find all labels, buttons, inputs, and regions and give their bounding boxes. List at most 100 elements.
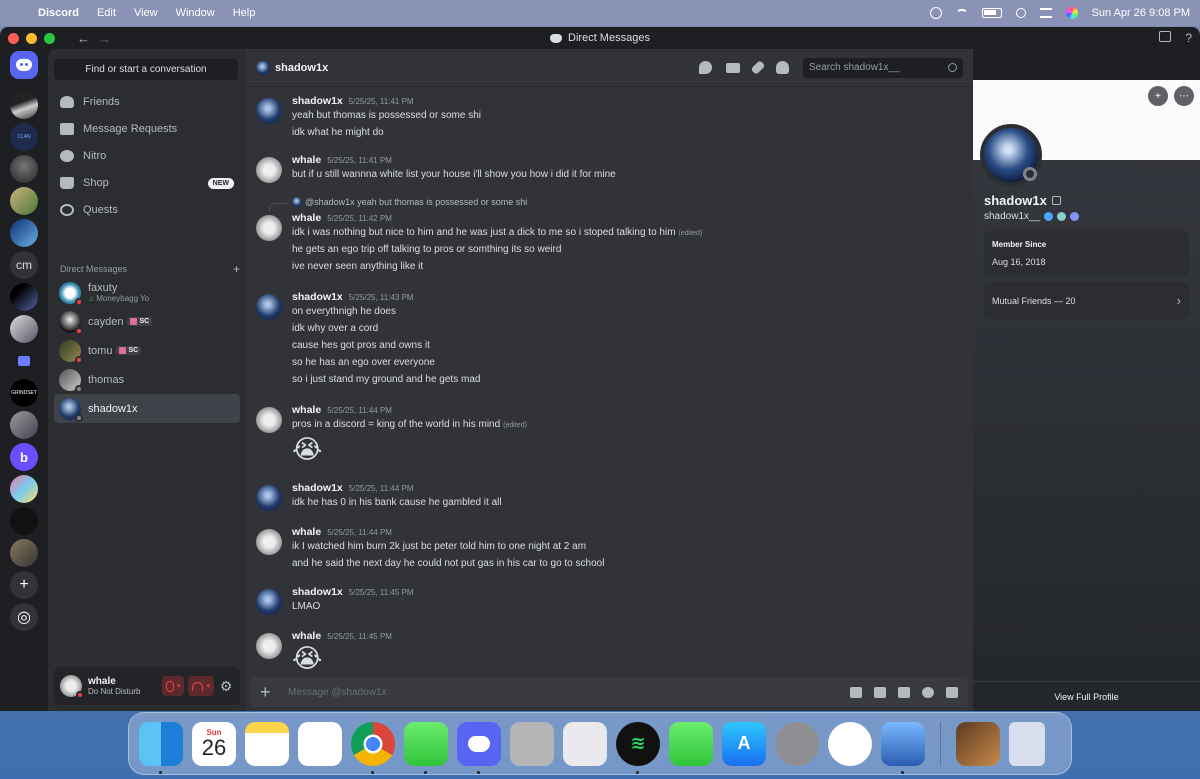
wifi-icon[interactable] — [955, 9, 968, 17]
server-icon[interactable] — [10, 539, 38, 567]
apps-icon[interactable] — [946, 686, 958, 698]
attach-plus-icon[interactable]: + — [260, 682, 278, 703]
battery-icon[interactable] — [981, 8, 1002, 18]
reminders-app-icon[interactable] — [298, 721, 342, 766]
dm-item-cayden[interactable]: cayden SC — [54, 307, 240, 336]
avatar[interactable] — [256, 633, 282, 659]
server-icon[interactable] — [10, 91, 38, 119]
loudly-crying-emoji[interactable]: 😭 — [292, 433, 956, 467]
add-friend-icon[interactable]: + — [1148, 86, 1168, 106]
voice-call-icon[interactable] — [699, 61, 712, 74]
server-icon[interactable] — [10, 315, 38, 343]
chrome-app-icon[interactable] — [351, 721, 395, 774]
message-author[interactable]: whale — [292, 526, 321, 538]
server-icon[interactable] — [10, 219, 38, 247]
message-input[interactable] — [288, 686, 850, 698]
video-call-icon[interactable] — [726, 62, 740, 73]
message-author[interactable]: shadow1x — [292, 482, 343, 494]
play-icon[interactable] — [929, 7, 942, 19]
dm-item-thomas[interactable]: thomas — [54, 365, 240, 394]
messages-app-icon[interactable] — [404, 721, 448, 774]
dm-item-shadow1x[interactable]: shadow1x — [54, 394, 240, 423]
facetime-app-icon[interactable] — [669, 721, 713, 766]
back-arrow-icon[interactable]: ← — [77, 31, 90, 46]
system-settings-icon[interactable] — [775, 721, 819, 766]
calculator-app-icon[interactable] — [510, 721, 554, 766]
avatar[interactable] — [256, 294, 282, 320]
discover-button[interactable]: ◎ — [10, 603, 38, 631]
message-author[interactable]: shadow1x — [292, 95, 343, 107]
launchpad-app-icon[interactable] — [563, 721, 607, 766]
spotify-app-icon[interactable]: ≋ — [616, 721, 660, 774]
dm-item-faxuty[interactable]: faxuty ♫ Moneybagg Yo — [54, 278, 240, 307]
app-store-icon[interactable]: A — [722, 721, 766, 766]
preview-app-icon[interactable] — [881, 721, 925, 774]
profile-avatar[interactable] — [980, 124, 1042, 186]
deafen-button[interactable]: ▾ — [188, 676, 214, 696]
avatar[interactable] — [256, 485, 282, 511]
forward-arrow-icon[interactable]: → — [98, 31, 111, 46]
avatar[interactable] — [256, 407, 282, 433]
server-icon[interactable] — [10, 507, 38, 535]
close-window-button[interactable] — [8, 32, 19, 44]
message-author[interactable]: whale — [292, 212, 321, 224]
pin-icon[interactable] — [750, 60, 766, 75]
avatar[interactable] — [256, 215, 282, 241]
dm-item-tomu[interactable]: tomu SC — [54, 336, 240, 365]
server-icon[interactable] — [10, 411, 38, 439]
server-icon[interactable] — [10, 155, 38, 183]
finder-app-icon[interactable] — [139, 721, 183, 774]
menu-help[interactable]: Help — [233, 7, 256, 19]
inbox-icon[interactable] — [1159, 31, 1172, 42]
gear-icon[interactable]: ⚙ — [218, 678, 234, 694]
nav-nitro[interactable]: Nitro — [54, 143, 240, 169]
avatar[interactable] — [256, 98, 282, 124]
siri-icon[interactable] — [1065, 7, 1078, 19]
menu-edit[interactable]: Edit — [97, 7, 116, 19]
add-server-button[interactable]: + — [10, 571, 38, 599]
message-author[interactable]: whale — [292, 630, 321, 642]
calendar-app-icon[interactable]: Sun 26 — [192, 721, 236, 766]
server-icon[interactable]: b — [10, 443, 38, 471]
message-author[interactable]: shadow1x — [292, 291, 343, 303]
chevron-down-icon[interactable]: ▾ — [177, 682, 181, 690]
chat-recipient-name[interactable]: shadow1x — [275, 62, 328, 74]
avatar[interactable] — [256, 589, 282, 615]
create-dm-plus-icon[interactable]: + — [233, 262, 240, 276]
note-icon[interactable] — [1051, 196, 1061, 205]
reply-reference[interactable]: @shadow1x yeah but thomas is possessed o… — [292, 197, 527, 207]
trash-icon[interactable] — [1009, 721, 1045, 766]
nitro-badge-icon[interactable] — [1070, 212, 1080, 221]
loudly-crying-emoji[interactable]: 😭 — [292, 642, 956, 675]
menu-view[interactable]: View — [134, 7, 158, 19]
message-author[interactable]: shadow1x — [292, 586, 343, 598]
sticker-icon[interactable] — [898, 686, 910, 698]
safari-app-icon[interactable] — [828, 721, 872, 766]
server-icon[interactable] — [10, 475, 38, 503]
help-icon[interactable]: ? — [1185, 31, 1192, 45]
recent-folder-icon[interactable] — [956, 721, 1000, 766]
avatar[interactable] — [256, 529, 282, 555]
more-options-icon[interactable]: ⋯ — [1174, 86, 1194, 106]
message-author[interactable]: whale — [292, 404, 321, 416]
nav-friends[interactable]: Friends — [54, 89, 240, 115]
find-conversation-button[interactable]: Find or start a conversation — [54, 59, 238, 80]
avatar[interactable] — [60, 675, 84, 699]
avatar[interactable] — [256, 157, 282, 183]
control-center-icon[interactable] — [1039, 8, 1052, 18]
chat-search[interactable] — [803, 57, 963, 78]
view-full-profile-button[interactable]: View Full Profile — [973, 681, 1200, 711]
notes-app-icon[interactable] — [245, 721, 289, 766]
server-folder[interactable] — [10, 347, 38, 375]
search-input[interactable] — [809, 62, 939, 73]
spotlight-search-icon[interactable] — [1015, 8, 1026, 18]
minimize-window-button[interactable] — [26, 32, 37, 44]
discord-app-icon[interactable] — [457, 721, 501, 774]
server-icon[interactable]: CLAN — [10, 123, 38, 151]
nav-message-requests[interactable]: Message Requests — [54, 116, 240, 142]
message-author[interactable]: whale — [292, 154, 321, 166]
chevron-down-icon[interactable]: ▾ — [206, 682, 210, 690]
zoom-window-button[interactable] — [44, 32, 55, 44]
quest-badge-icon[interactable] — [1057, 212, 1067, 221]
server-icon[interactable] — [10, 283, 38, 311]
